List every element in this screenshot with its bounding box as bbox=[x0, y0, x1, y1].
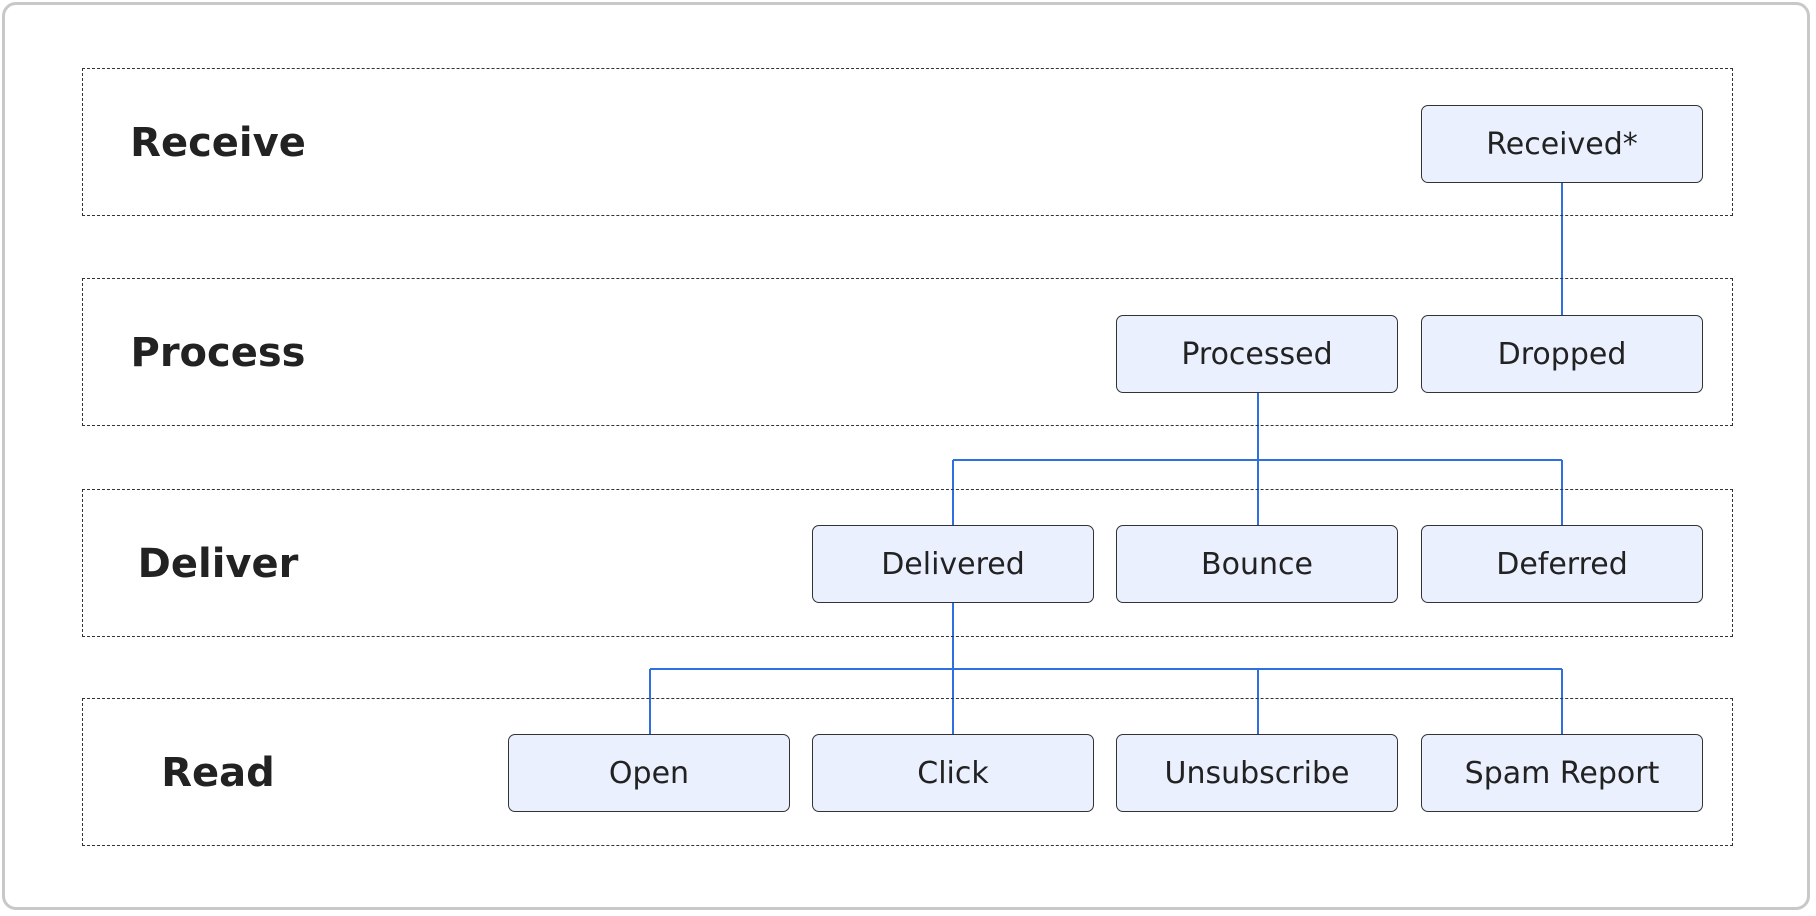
lane-label: Process bbox=[130, 330, 306, 376]
node-open[interactable]: Open bbox=[508, 734, 790, 812]
node-deferred[interactable]: Deferred bbox=[1421, 525, 1703, 603]
node-spam-report[interactable]: Spam Report bbox=[1421, 734, 1703, 812]
lane-label: Read bbox=[161, 750, 275, 796]
node-unsubscribe[interactable]: Unsubscribe bbox=[1116, 734, 1398, 812]
node-dropped[interactable]: Dropped bbox=[1421, 315, 1703, 393]
node-click[interactable]: Click bbox=[812, 734, 1094, 812]
lane-label: Receive bbox=[130, 120, 306, 166]
node-delivered[interactable]: Delivered bbox=[812, 525, 1094, 603]
node-bounce[interactable]: Bounce bbox=[1116, 525, 1398, 603]
node-processed[interactable]: Processed bbox=[1116, 315, 1398, 393]
lane-label: Deliver bbox=[137, 541, 299, 587]
node-received[interactable]: Received* bbox=[1421, 105, 1703, 183]
